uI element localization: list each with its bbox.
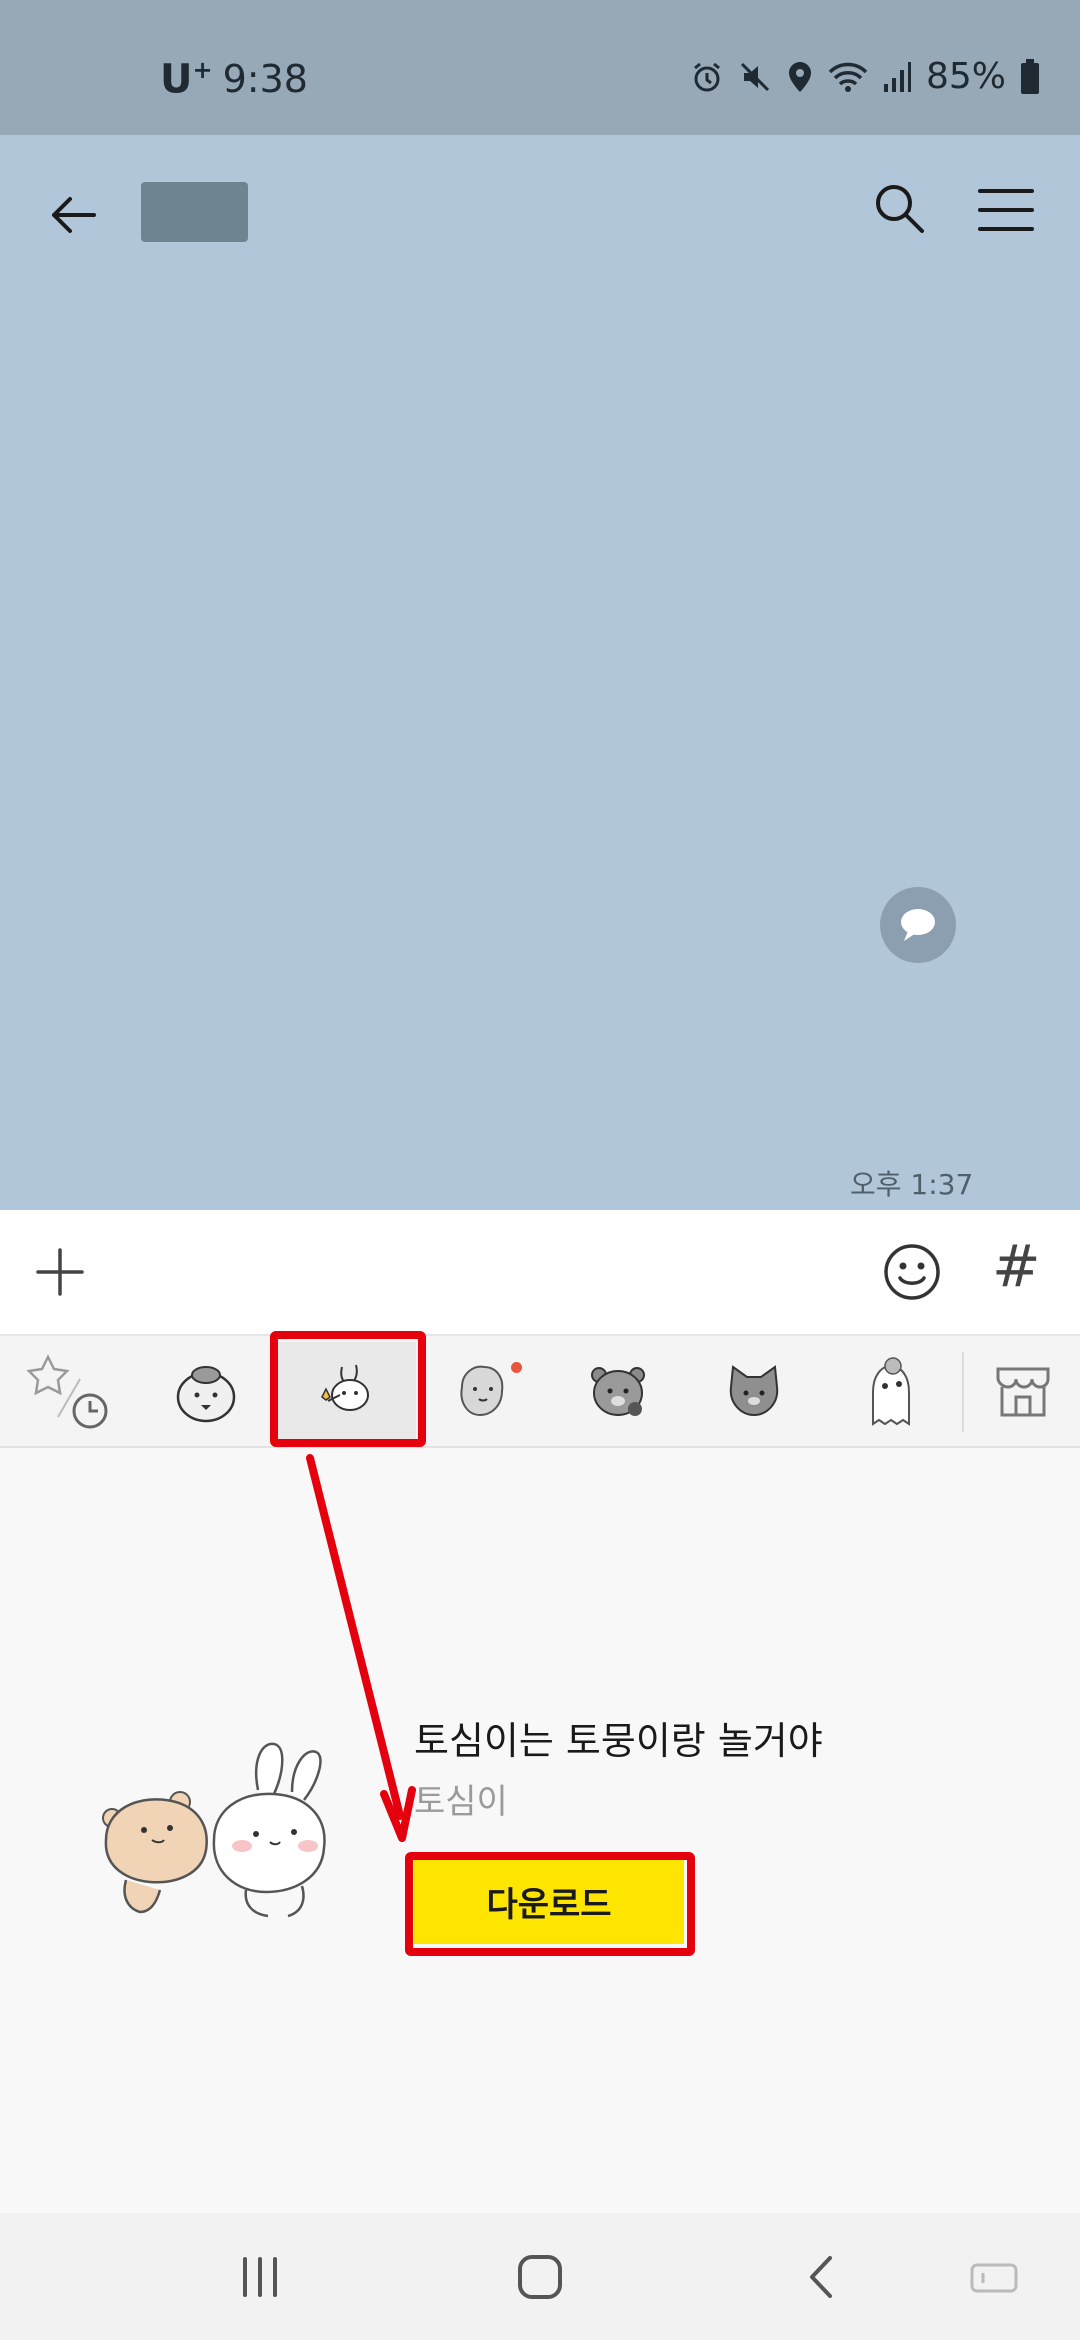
tab-sticker-pack-3[interactable] bbox=[412, 1342, 552, 1442]
sticker-pack-author: 토심이 bbox=[414, 1782, 508, 1822]
highlight-box-selected-tab bbox=[270, 1331, 426, 1447]
star-clock-icon bbox=[26, 1354, 108, 1429]
nav-back-button[interactable] bbox=[790, 2247, 854, 2307]
sticker-tab-bar bbox=[0, 1336, 1080, 1448]
battery-icon bbox=[1021, 58, 1039, 94]
tab-sticker-pack-6[interactable] bbox=[820, 1342, 960, 1442]
ryan-sticker-icon bbox=[591, 1367, 645, 1416]
back-arrow-icon bbox=[52, 197, 96, 233]
sticker-panel: 토심이는 토뭉이랑 놀거야 토심이 다운로드 bbox=[0, 1448, 1080, 2213]
chat-bubble-button[interactable] bbox=[880, 887, 956, 963]
battery-percent: 85% bbox=[925, 56, 1006, 97]
bear-sticker-icon bbox=[176, 1366, 236, 1423]
hashtag-button[interactable]: # bbox=[992, 1232, 1041, 1300]
system-nav-bar bbox=[0, 2213, 1080, 2340]
search-icon bbox=[876, 185, 924, 233]
status-time: 9:38 bbox=[222, 57, 308, 102]
back-button[interactable] bbox=[44, 185, 104, 245]
status-bar: U+ 9:38 85% bbox=[0, 0, 1080, 135]
location-icon bbox=[788, 61, 811, 92]
emoticon-button[interactable] bbox=[882, 1242, 942, 1302]
chat-area[interactable]: 오후 1:37 bbox=[0, 135, 1080, 1210]
signal-icon bbox=[883, 61, 911, 92]
sticker-pack-title: 토심이는 토뭉이랑 놀거야 bbox=[414, 1719, 823, 1763]
hide-keyboard-button[interactable] bbox=[962, 2247, 1026, 2307]
tab-sticker-pack-4[interactable] bbox=[548, 1342, 688, 1442]
message-timestamp: 오후 1:37 bbox=[850, 1168, 974, 1201]
wifi-icon bbox=[828, 62, 868, 92]
hamburger-menu-icon bbox=[978, 189, 1034, 231]
plus-icon bbox=[36, 1248, 84, 1296]
recent-apps-icon bbox=[243, 2257, 277, 2297]
recent-apps-button[interactable] bbox=[228, 2247, 292, 2307]
back-icon bbox=[810, 2256, 832, 2298]
gray-character-sticker-icon bbox=[460, 1365, 504, 1417]
message-input-bar[interactable]: # bbox=[0, 1210, 1080, 1336]
chat-room-title-redacted bbox=[141, 182, 248, 242]
highlight-box-download bbox=[405, 1852, 695, 1956]
ghost-sticker-icon bbox=[872, 1357, 910, 1426]
tab-sticker-pack-1[interactable] bbox=[136, 1342, 276, 1442]
home-icon bbox=[518, 2255, 562, 2299]
speech-bubble-icon bbox=[901, 909, 935, 941]
tab-divider bbox=[962, 1352, 964, 1432]
shop-icon bbox=[996, 1367, 1050, 1417]
home-button[interactable] bbox=[508, 2247, 572, 2307]
tab-recent-favorites[interactable] bbox=[0, 1342, 140, 1442]
status-left: U+ 9:38 bbox=[160, 56, 308, 102]
search-button[interactable] bbox=[872, 181, 928, 237]
emoji-icon bbox=[884, 1244, 940, 1300]
carrier-label: U+ bbox=[160, 56, 213, 103]
alarm-icon bbox=[694, 62, 720, 91]
bear-bunny-sticker-image bbox=[102, 1742, 326, 1918]
sticker-preview-image bbox=[96, 1730, 356, 1930]
keyboard-hide-icon bbox=[970, 2263, 1018, 2293]
menu-button[interactable] bbox=[976, 185, 1036, 235]
status-right: 85% bbox=[690, 56, 1040, 97]
new-indicator-dot bbox=[511, 1362, 522, 1373]
mute-icon bbox=[740, 62, 770, 91]
tab-sticker-pack-5[interactable] bbox=[684, 1342, 824, 1442]
tab-emoticon-shop[interactable] bbox=[966, 1342, 1080, 1442]
cat-sticker-icon bbox=[729, 1365, 779, 1417]
attach-button[interactable] bbox=[34, 1246, 86, 1298]
